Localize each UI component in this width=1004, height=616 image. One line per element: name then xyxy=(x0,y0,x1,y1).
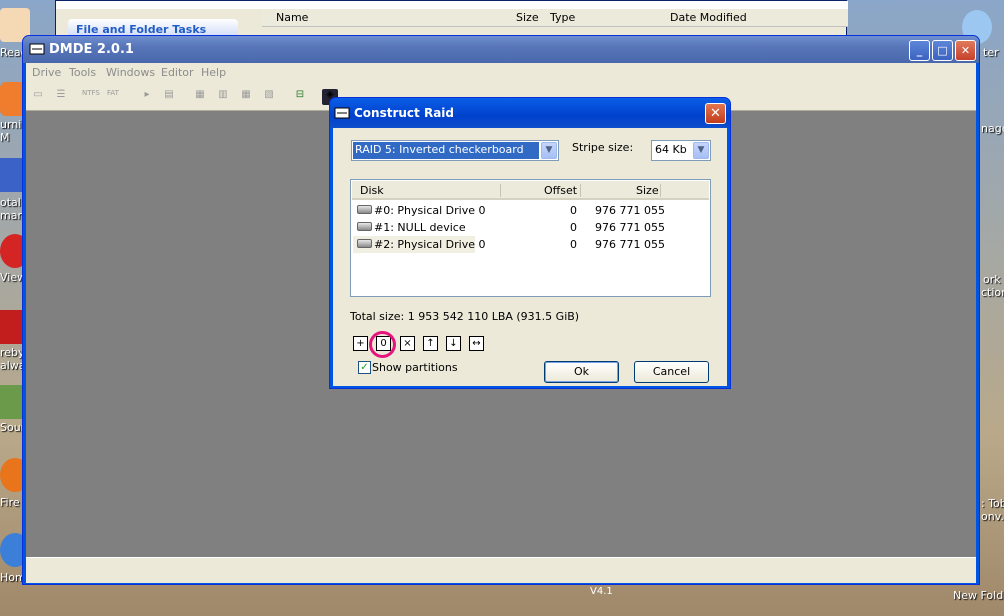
column-divider[interactable] xyxy=(500,184,501,197)
window-title: DMDE 2.0.1 xyxy=(49,42,134,57)
menu-help[interactable]: Help xyxy=(201,66,226,79)
menu-windows[interactable]: Windows xyxy=(106,66,155,79)
desktop-icon-label: onv.. xyxy=(981,510,1004,523)
add-disk-button[interactable]: + xyxy=(353,336,368,351)
disk-size: 976 771 055 xyxy=(595,221,665,234)
view-details-icon[interactable]: ▥ xyxy=(215,89,231,105)
raid-type-value: RAID 5: Inverted checkerboard xyxy=(353,142,539,159)
column-divider[interactable] xyxy=(580,184,581,197)
disk-offset: 0 xyxy=(570,204,577,217)
raid-type-select[interactable]: RAID 5: Inverted checkerboard ▼ xyxy=(351,140,559,161)
dmde-app-icon xyxy=(29,43,45,55)
desktop-icon-label: M xyxy=(0,131,10,144)
address-bar[interactable] xyxy=(56,1,848,9)
remove-disk-button[interactable]: × xyxy=(400,336,415,351)
close-button[interactable]: ✕ xyxy=(955,40,976,61)
dialog-close-button[interactable]: ✕ xyxy=(705,103,726,124)
disk-offset: 0 xyxy=(570,238,577,251)
desktop-icon-label: ork xyxy=(983,273,1001,286)
disk-name: #0: Physical Drive 0 xyxy=(374,204,486,217)
maximize-button[interactable]: □ xyxy=(932,40,953,61)
column-size[interactable]: Size xyxy=(636,184,659,197)
desktop-icon-label: New Folde xyxy=(953,589,1004,602)
ntfs-button[interactable]: NTFS xyxy=(82,89,100,105)
disk-size: 976 771 055 xyxy=(595,204,665,217)
column-offset[interactable]: Offset xyxy=(544,184,577,197)
desktop-icon-label: ctions xyxy=(981,286,1004,299)
menu-editor[interactable]: Editor xyxy=(161,66,194,79)
show-partitions-checkbox[interactable]: ✓ xyxy=(358,361,371,374)
stripe-size-select[interactable]: 64 Kb ▼ xyxy=(651,140,711,161)
disk-name: #2: Physical Drive 0 xyxy=(374,238,486,251)
wallpaper-version-text: V4.1 xyxy=(590,586,613,597)
properties-icon[interactable]: ▤ xyxy=(161,89,177,105)
title-bar[interactable]: DMDE 2.0.1 _ □ ✕ xyxy=(23,36,979,63)
disk-list-header: Disk Offset Size xyxy=(352,181,709,200)
move-down-button[interactable]: ↓ xyxy=(446,336,461,351)
fat-button[interactable]: FAT xyxy=(105,89,121,105)
stripe-size-label: Stripe size: xyxy=(572,141,634,154)
cancel-button[interactable]: Cancel xyxy=(634,361,709,383)
dmde-app-icon xyxy=(334,107,350,119)
column-date-modified[interactable]: Date Modified xyxy=(670,11,747,24)
explorer-column-header: Name Size Type Date Modified xyxy=(262,9,848,27)
ok-button[interactable]: Ok xyxy=(544,361,619,383)
open-file-icon[interactable]: ▸ xyxy=(139,89,155,105)
swap-button[interactable]: ↔ xyxy=(469,336,484,351)
desktop-icon-label: reby xyxy=(0,346,25,359)
column-name[interactable]: Name xyxy=(276,11,308,24)
view-table-icon[interactable]: ▦ xyxy=(238,89,254,105)
menu-tools[interactable]: Tools xyxy=(69,66,96,79)
desktop-icon-label: Fire xyxy=(0,496,20,509)
annotation-highlight-circle xyxy=(369,331,396,358)
disk-row-selected[interactable]: #2: Physical Drive 0 0 976 771 055 xyxy=(353,236,709,253)
desktop-icon-label: otal xyxy=(0,196,21,209)
partitions-icon[interactable]: ☰ xyxy=(53,89,69,105)
column-disk[interactable]: Disk xyxy=(360,184,384,197)
move-up-button[interactable]: ↑ xyxy=(423,336,438,351)
chevron-down-icon[interactable]: ▼ xyxy=(693,142,709,159)
desktop-icon-label: ter xyxy=(983,46,999,59)
drive-icon[interactable]: ▭ xyxy=(30,89,46,105)
dialog-title: Construct Raid xyxy=(354,106,455,120)
disk-offset: 0 xyxy=(570,221,577,234)
total-size-text: Total size: 1 953 542 110 LBA (931.5 GiB… xyxy=(350,310,580,323)
hard-drive-icon xyxy=(357,205,372,214)
menu-bar: Drive Tools Windows Editor Help xyxy=(26,63,976,83)
dialog-title-bar[interactable]: Construct Raid ✕ xyxy=(330,98,730,128)
hard-drive-icon xyxy=(357,222,372,231)
view-edit-icon[interactable]: ▧ xyxy=(261,89,277,105)
disk-row[interactable]: #1: NULL device 0 976 771 055 xyxy=(353,219,709,236)
column-type[interactable]: Type xyxy=(550,11,575,24)
menu-drive[interactable]: Drive xyxy=(32,66,61,79)
hard-drive-icon xyxy=(357,239,372,248)
desktop-icon-label: nage xyxy=(981,122,1004,135)
stripe-size-value: 64 Kb xyxy=(655,143,687,156)
column-divider[interactable] xyxy=(660,184,661,197)
chevron-down-icon[interactable]: ▼ xyxy=(541,142,557,159)
disk-row[interactable]: #0: Physical Drive 0 0 976 771 055 xyxy=(353,202,709,219)
status-bar xyxy=(26,557,976,583)
show-partitions-label: Show partitions xyxy=(372,361,458,374)
column-size[interactable]: Size xyxy=(516,11,539,24)
disk-name: #1: NULL device xyxy=(374,221,466,234)
view-list-icon[interactable]: ▦ xyxy=(192,89,208,105)
disk-list[interactable]: Disk Offset Size #0: Physical Drive 0 0 … xyxy=(350,179,711,297)
minimize-button[interactable]: _ xyxy=(909,40,930,61)
tree-icon[interactable]: ⊟ xyxy=(292,89,308,105)
explorer-window[interactable]: File and Folder Tasks Name Size Type Dat… xyxy=(55,0,848,41)
desktop-icon-label: : Tob xyxy=(981,497,1004,510)
disk-size: 976 771 055 xyxy=(595,238,665,251)
